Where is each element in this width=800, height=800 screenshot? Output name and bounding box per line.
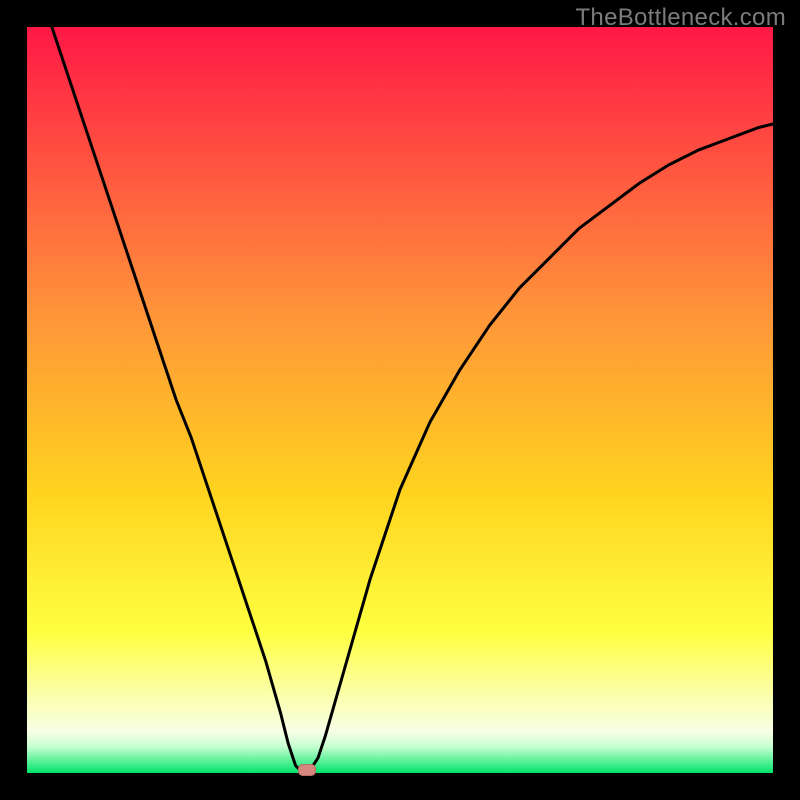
chart-frame: TheBottleneck.com (0, 0, 800, 800)
watermark-text: TheBottleneck.com (575, 4, 786, 32)
gradient-background (27, 27, 773, 773)
chart-svg (27, 27, 773, 773)
plot-area (27, 27, 773, 773)
optimal-point-marker (298, 764, 316, 776)
